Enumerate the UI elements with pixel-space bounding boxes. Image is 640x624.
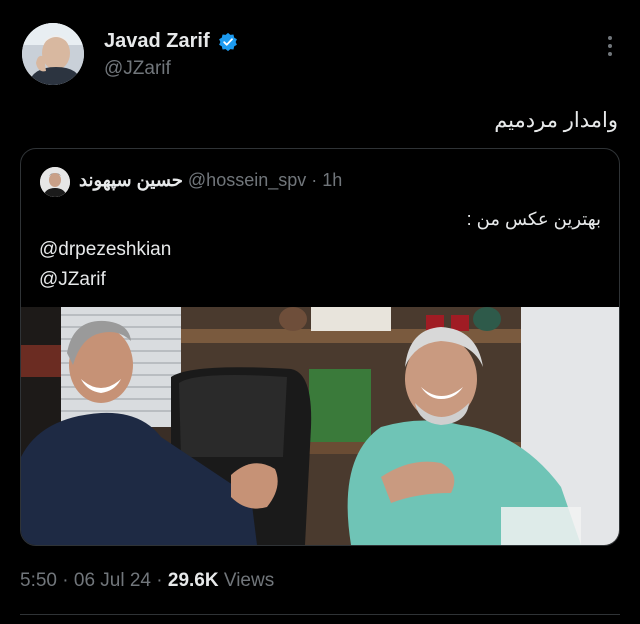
meta-separator: · [156, 570, 163, 591]
meta-separator: · [62, 570, 69, 591]
author-avatar[interactable] [22, 23, 84, 85]
more-options-icon[interactable] [604, 36, 616, 60]
quoted-author-avatar[interactable] [40, 167, 70, 197]
tweet-meta: 5:50 · 06 Jul 24 · 29.6K Views [20, 570, 274, 592]
quoted-header: حسین سپهوند @hossein_spv · 1h [79, 170, 342, 191]
views-label: Views [223, 570, 275, 591]
quoted-author-handle[interactable]: @hossein_spv [188, 170, 306, 190]
quoted-text: بهترین عکس من : [466, 209, 601, 229]
avatar-image [22, 23, 84, 85]
mention-link[interactable]: @JZarif [39, 269, 106, 291]
quoted-timestamp[interactable]: 1h [322, 170, 342, 190]
quoted-tweet-card[interactable]: حسین سپهوند @hossein_spv · 1h بهترین عکس… [20, 148, 620, 546]
quoted-avatar-image [40, 167, 70, 197]
quoted-photo[interactable] [21, 307, 619, 545]
mention-link[interactable]: @drpezeshkian [39, 239, 171, 261]
quoted-separator: · [311, 170, 318, 190]
author-handle[interactable]: @JZarif [104, 58, 171, 80]
photo-two-men-laughing [21, 307, 619, 545]
author-name[interactable]: Javad Zarif [104, 30, 210, 53]
post-time[interactable]: 5:50 [20, 570, 57, 591]
post-date[interactable]: 06 Jul 24 [74, 570, 151, 591]
tweet-text: وامدار مردمیم [494, 109, 618, 132]
quoted-author-name[interactable]: حسین سپهوند [79, 170, 183, 190]
views-count[interactable]: 29.6K [168, 570, 219, 591]
verified-badge-icon [219, 32, 237, 52]
divider [20, 614, 620, 615]
